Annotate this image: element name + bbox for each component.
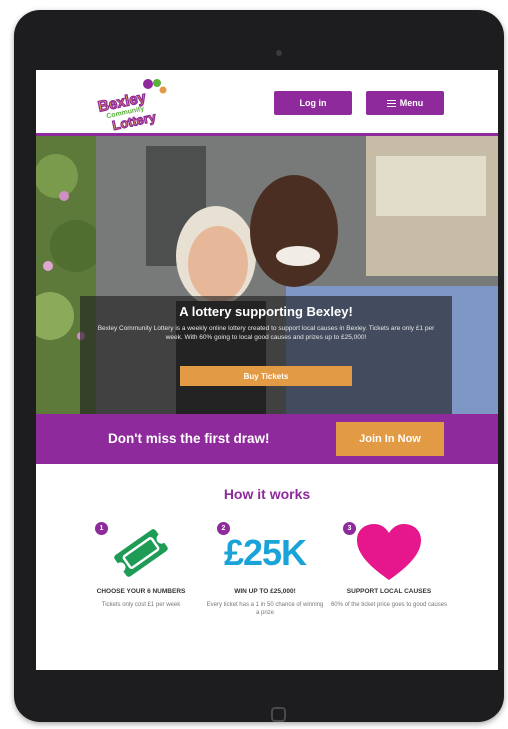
step-description: Every ticket has a 1 in 50 chance of win… bbox=[206, 602, 324, 616]
buy-tickets-button[interactable]: Buy Tickets bbox=[180, 366, 352, 386]
menu-label: Menu bbox=[399, 98, 424, 108]
step-heading: CHOOSE YOUR 6 NUMBERS bbox=[96, 588, 186, 595]
prize-amount: £25K bbox=[223, 532, 307, 573]
step-heading: WIN UP TO £25,000! bbox=[234, 588, 296, 595]
hero-description: Bexley Community Lottery is a weekly onl… bbox=[97, 325, 435, 341]
step-description: 60% of the ticket price goes to good cau… bbox=[330, 602, 448, 608]
hero-title: A lottery supporting Bexley! bbox=[179, 304, 353, 319]
step-choose-numbers: 1 CHOOSE YOUR 6 NUMBERS Tickets only cos… bbox=[81, 522, 201, 609]
bexley-lottery-logo[interactable]: Bexley Community Lottery bbox=[91, 75, 175, 135]
join-in-now-button[interactable]: Join In Now bbox=[336, 422, 444, 456]
home-button[interactable] bbox=[271, 707, 286, 722]
step-heading: SUPPORT LOCAL CAUSES bbox=[346, 588, 432, 595]
banner-text: Don't miss the first draw! bbox=[108, 431, 270, 446]
step-description: Tickets only cost £1 per week bbox=[101, 602, 181, 608]
camera-icon bbox=[276, 50, 282, 56]
hero-text-box: A lottery supporting Bexley! Bexley Comm… bbox=[80, 296, 452, 414]
login-button[interactable]: Log in bbox=[274, 91, 352, 115]
first-draw-banner: Don't miss the first draw! Join In Now bbox=[36, 414, 498, 464]
site-header: Bexley Community Lottery Log in Menu bbox=[36, 70, 498, 136]
step-support-causes: 3 SUPPORT LOCAL CAUSES 60% of the ticket… bbox=[329, 522, 449, 609]
step-number: 3 bbox=[343, 522, 356, 535]
ticket-icon bbox=[114, 529, 168, 577]
screen: Bexley Community Lottery Log in Menu A l… bbox=[36, 70, 498, 670]
heart-icon bbox=[357, 524, 421, 580]
step-win-prize: 2 £25K WIN UP TO £25,000! Every ticket h… bbox=[205, 522, 325, 617]
hero-banner: A lottery supporting Bexley! Bexley Comm… bbox=[36, 136, 498, 414]
step-number: 2 bbox=[217, 522, 230, 535]
how-it-works-title: How it works bbox=[223, 486, 311, 502]
step-number: 1 bbox=[95, 522, 108, 535]
hamburger-icon bbox=[386, 99, 396, 107]
menu-button[interactable]: Menu bbox=[366, 91, 444, 115]
